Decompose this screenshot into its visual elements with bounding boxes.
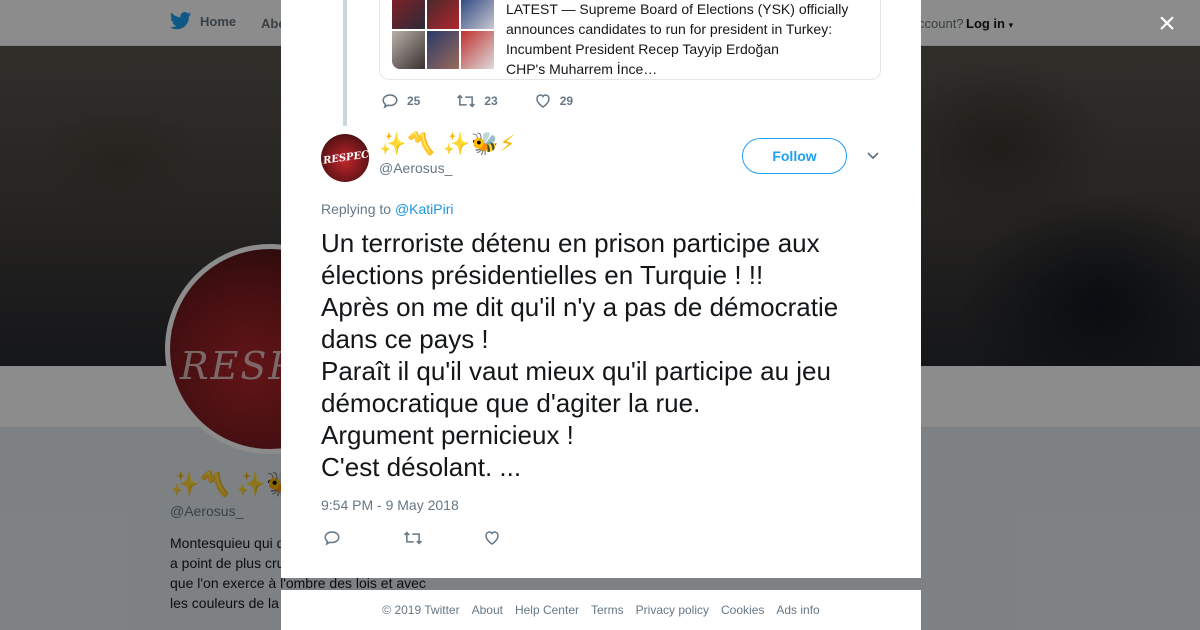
replying-to-link[interactable]: @KatiPiri (395, 201, 454, 217)
tweet-text-line: dans ce pays ! (321, 324, 489, 354)
card-text-line: Incumbent President Recep Tayyip Erdoğan (506, 41, 779, 57)
retweet-count: 23 (484, 94, 498, 108)
reply-button[interactable] (323, 529, 403, 552)
tweet-text-line: Paraît il qu'il vaut mieux qu'il partici… (321, 356, 831, 386)
thread-connector (343, 0, 347, 126)
like-button[interactable] (483, 529, 563, 552)
like-count: 29 (559, 94, 574, 108)
replying-to: Replying to @KatiPiri (321, 201, 454, 217)
heart-icon (485, 531, 499, 545)
like-button[interactable]: 29 (534, 92, 573, 110)
footer-about-link[interactable]: About (472, 603, 503, 617)
reply-icon (324, 531, 340, 546)
tweet-text-line: Argument pernicieux ! (321, 420, 574, 450)
tweet-text-line: Après on me dit qu'il n'y a pas de démoc… (321, 292, 839, 322)
footer-terms-link[interactable]: Terms (591, 603, 624, 617)
card-text-line: LATEST — Supreme Board of Elections (YSK… (506, 1, 849, 17)
tweet-actions (323, 529, 563, 552)
tweet-text-line: démocratique que d'agiter la rue. (321, 388, 701, 418)
card-text-line: CHP's Muharrem İnce… (506, 61, 658, 77)
heart-icon (535, 94, 550, 108)
footer-privacy-link[interactable]: Privacy policy (636, 603, 709, 617)
retweet-icon (403, 531, 423, 545)
footer-ads-link[interactable]: Ads info (776, 603, 819, 617)
close-icon[interactable]: × (1152, 9, 1182, 40)
footer-copyright: © 2019 Twitter (382, 603, 460, 617)
card-text: LATEST — Supreme Board of Elections (YSK… (506, 0, 866, 79)
footer: © 2019 Twitter About Help Center Terms P… (281, 590, 921, 630)
card-text-line: announces candidates to run for presiden… (506, 21, 833, 37)
parent-tweet-actions: 25 23 29 (381, 92, 609, 110)
tweet-author-avatar[interactable]: RESPECT (321, 134, 369, 182)
retweet-icon (457, 94, 476, 108)
card-thumbnail-image (392, 0, 494, 69)
chevron-down-icon[interactable] (865, 148, 881, 164)
footer-cookies-link[interactable]: Cookies (721, 603, 764, 617)
tweet-text-line: C'est désolant. ... (321, 452, 522, 482)
replying-prefix: Replying to (321, 201, 392, 217)
footer-help-link[interactable]: Help Center (515, 603, 579, 617)
reply-button[interactable]: 25 (381, 92, 420, 110)
tweet-author-handle[interactable]: @Aerosus_ (379, 160, 452, 176)
tweet-text: Un terroriste détenu en prison participe… (321, 227, 901, 483)
tweet-text-line: Un terroriste détenu en prison participe… (321, 228, 820, 258)
follow-button[interactable]: Follow (742, 138, 847, 174)
tweet-timestamp[interactable]: 9:54 PM - 9 May 2018 (321, 497, 459, 513)
avatar-logo-text: RESPECT (322, 148, 369, 167)
reply-icon (382, 94, 398, 109)
reply-count: 25 (407, 94, 421, 108)
tweet-text-line: élections présidentielles en Turquie ! !… (321, 260, 764, 290)
tweet-author-name[interactable]: ✨〽️ ✨🐝⚡ (379, 131, 516, 157)
tweet-permalink-modal: LATEST — Supreme Board of Elections (YSK… (281, 0, 921, 578)
retweet-button[interactable] (403, 529, 483, 552)
link-preview-card[interactable]: LATEST — Supreme Board of Elections (YSK… (379, 0, 881, 80)
retweet-button[interactable]: 23 (456, 92, 498, 110)
